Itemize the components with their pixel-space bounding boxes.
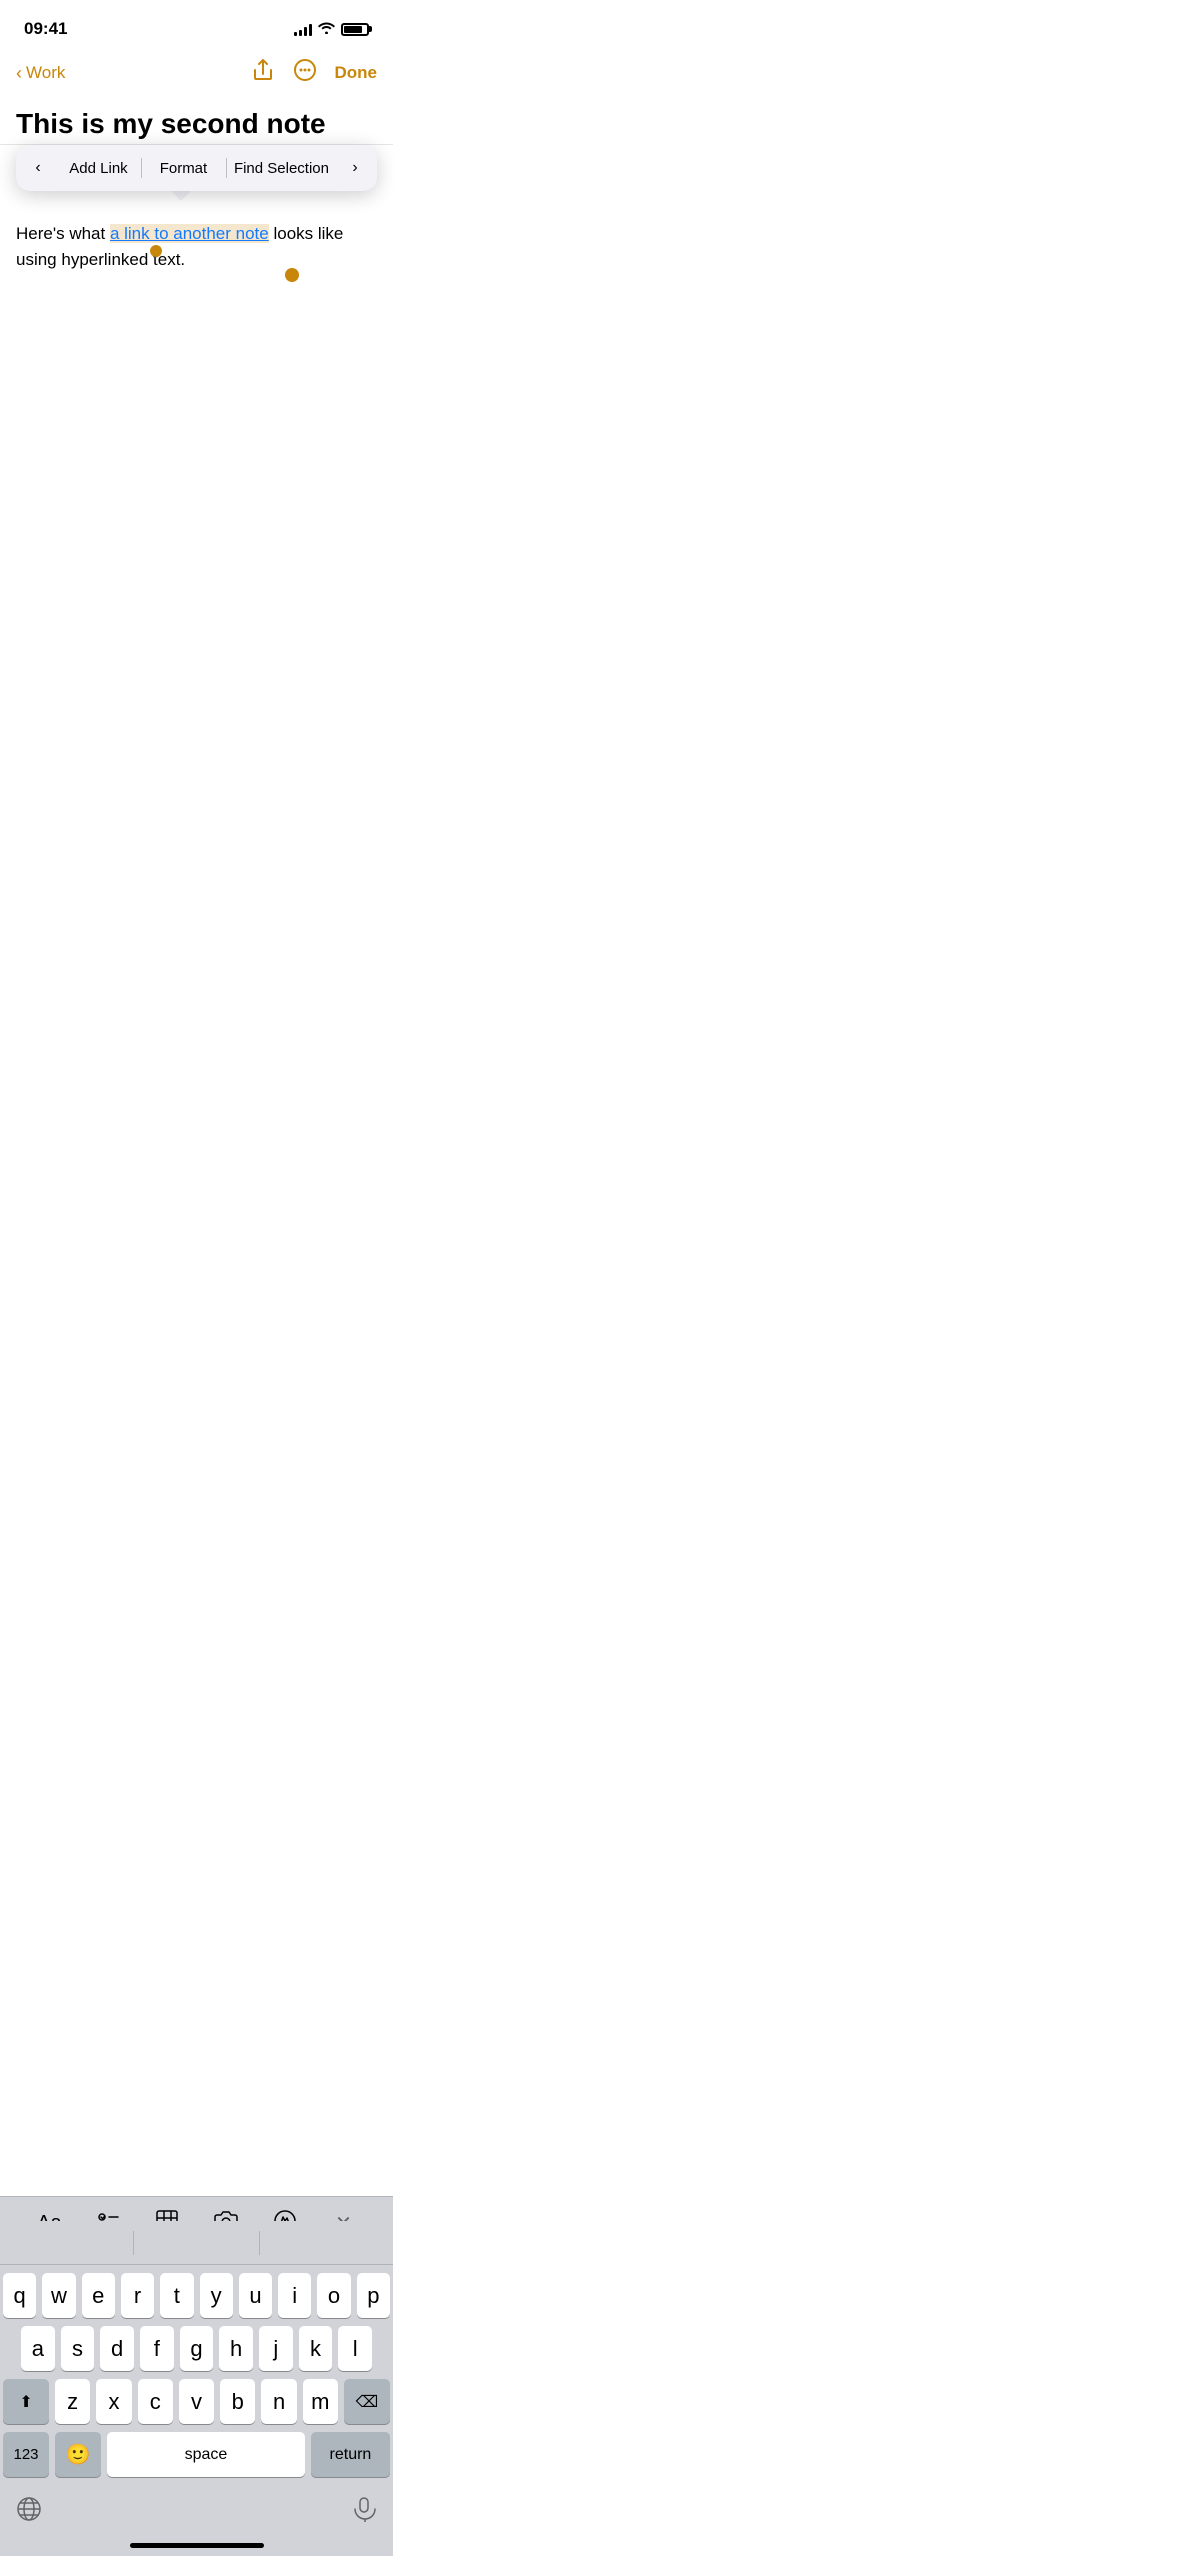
context-menu: ‹ Add Link Format Find Selection › bbox=[16, 145, 377, 191]
globe-icon[interactable] bbox=[16, 2496, 42, 2528]
key-u[interactable]: u bbox=[239, 2273, 272, 2318]
delete-key[interactable]: ⌫ bbox=[344, 2379, 390, 2424]
status-bar: 09:41 bbox=[0, 0, 393, 50]
key-z[interactable]: z bbox=[55, 2379, 90, 2424]
key-l[interactable]: l bbox=[338, 2326, 372, 2371]
return-key[interactable]: return bbox=[311, 2432, 390, 2477]
context-menu-add-link[interactable]: Add Link bbox=[56, 152, 141, 185]
key-y[interactable]: y bbox=[200, 2273, 233, 2318]
key-o[interactable]: o bbox=[317, 2273, 350, 2318]
key-s[interactable]: s bbox=[61, 2326, 95, 2371]
emoji-key[interactable]: 🙂 bbox=[55, 2432, 101, 2477]
key-i[interactable]: i bbox=[278, 2273, 311, 2318]
selection-handle-left bbox=[150, 245, 162, 257]
key-t[interactable]: t bbox=[160, 2273, 193, 2318]
suggestion-bar bbox=[0, 2221, 393, 2265]
note-title-area: This is my second note bbox=[0, 100, 393, 145]
shift-key[interactable]: ⬆ bbox=[3, 2379, 49, 2424]
key-q[interactable]: q bbox=[3, 2273, 36, 2318]
home-indicator bbox=[130, 2543, 264, 2548]
status-icons bbox=[294, 21, 369, 37]
context-menu-prev[interactable]: ‹ bbox=[20, 150, 56, 186]
text-selected: a link to another note bbox=[110, 224, 269, 243]
key-g[interactable]: g bbox=[180, 2326, 214, 2371]
key-r[interactable]: r bbox=[121, 2273, 154, 2318]
keyboard: q w e r t y u i o p a s d f g h j k l ⬆ … bbox=[0, 2221, 393, 2556]
selection-handle-right bbox=[285, 268, 299, 282]
key-row-3: ⬆ z x c v b n m ⌫ bbox=[3, 2379, 390, 2424]
space-key[interactable]: space bbox=[107, 2432, 305, 2477]
mic-icon[interactable] bbox=[351, 2496, 377, 2528]
back-button[interactable]: ‹ Work bbox=[16, 63, 65, 84]
text-before-selection: Here's what bbox=[16, 224, 110, 243]
key-k[interactable]: k bbox=[299, 2326, 333, 2371]
note-title[interactable]: This is my second note bbox=[16, 108, 377, 140]
key-x[interactable]: x bbox=[96, 2379, 131, 2424]
key-c[interactable]: c bbox=[138, 2379, 173, 2424]
back-chevron-icon: ‹ bbox=[16, 63, 22, 84]
battery-icon bbox=[341, 23, 369, 36]
key-row-1: q w e r t y u i o p bbox=[3, 2273, 390, 2318]
signal-icon bbox=[294, 23, 312, 36]
back-label: Work bbox=[26, 63, 65, 83]
key-n[interactable]: n bbox=[261, 2379, 296, 2424]
key-row-2: a s d f g h j k l bbox=[3, 2326, 390, 2371]
suggestion-right[interactable] bbox=[260, 2235, 385, 2251]
note-body[interactable]: Here's what a link to another note looks… bbox=[16, 221, 377, 272]
keyboard-rows: q w e r t y u i o p a s d f g h j k l ⬆ … bbox=[0, 2265, 393, 2489]
context-menu-container: ‹ Add Link Format Find Selection › bbox=[16, 145, 377, 191]
nav-actions: Done bbox=[251, 58, 378, 88]
share-icon[interactable] bbox=[251, 58, 275, 88]
context-menu-format[interactable]: Format bbox=[141, 152, 226, 185]
key-row-4: 123 🙂 space return bbox=[3, 2432, 390, 2477]
key-b[interactable]: b bbox=[220, 2379, 255, 2424]
wifi-icon bbox=[318, 21, 335, 37]
context-menu-next[interactable]: › bbox=[337, 150, 373, 186]
key-j[interactable]: j bbox=[259, 2326, 293, 2371]
done-button[interactable]: Done bbox=[335, 63, 378, 83]
suggestion-center[interactable] bbox=[134, 2235, 259, 2251]
more-icon[interactable] bbox=[293, 58, 317, 88]
key-a[interactable]: a bbox=[21, 2326, 55, 2371]
nav-bar: ‹ Work Done bbox=[0, 50, 393, 100]
key-w[interactable]: w bbox=[42, 2273, 75, 2318]
key-m[interactable]: m bbox=[303, 2379, 338, 2424]
key-h[interactable]: h bbox=[219, 2326, 253, 2371]
suggestion-left[interactable] bbox=[8, 2235, 133, 2251]
note-content[interactable]: Here's what a link to another note looks… bbox=[0, 191, 393, 288]
key-e[interactable]: e bbox=[82, 2273, 115, 2318]
context-menu-find-selection[interactable]: Find Selection bbox=[226, 152, 337, 185]
key-p[interactable]: p bbox=[357, 2273, 390, 2318]
key-f[interactable]: f bbox=[140, 2326, 174, 2371]
keyboard-bottom-row bbox=[0, 2489, 393, 2539]
key-v[interactable]: v bbox=[179, 2379, 214, 2424]
key-d[interactable]: d bbox=[100, 2326, 134, 2371]
status-time: 09:41 bbox=[24, 19, 67, 39]
numbers-key[interactable]: 123 bbox=[3, 2432, 49, 2477]
